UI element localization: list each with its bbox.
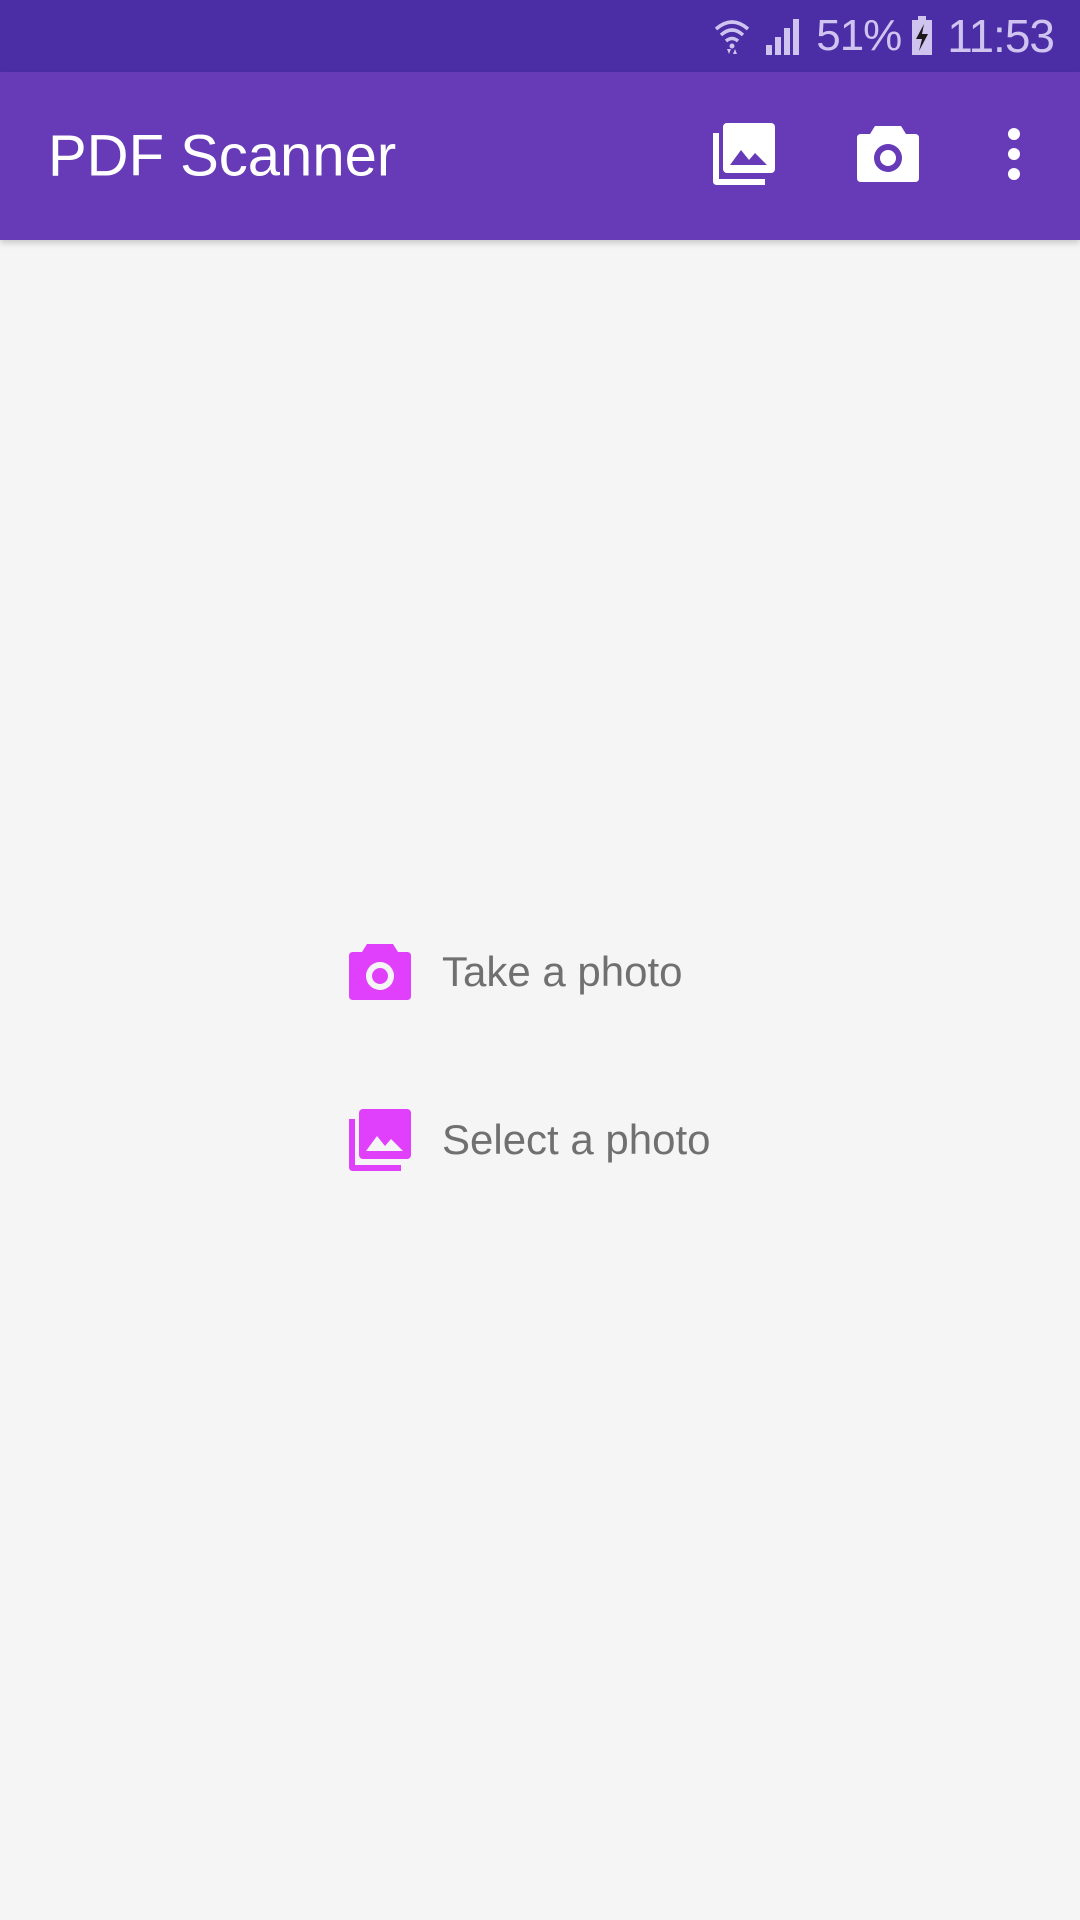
signal-icon (764, 17, 802, 55)
status-bar: 51% 11:53 (0, 0, 1080, 72)
more-vert-icon (1006, 127, 1022, 185)
app-title: PDF Scanner (48, 123, 397, 189)
select-photo-label: Select a photo (442, 1116, 711, 1163)
wifi-icon (714, 17, 750, 55)
more-options-button[interactable] (966, 108, 1062, 204)
gallery-action-button[interactable] (696, 108, 792, 204)
app-bar: PDF Scanner (0, 72, 1080, 240)
battery-charging-icon (911, 16, 933, 56)
camera-icon (857, 125, 919, 187)
select-photo-option[interactable]: Select a photo (348, 1108, 711, 1172)
camera-action-button[interactable] (840, 108, 936, 204)
camera-icon (348, 940, 412, 1004)
gallery-icon (348, 1108, 412, 1172)
take-photo-label: Take a photo (442, 948, 683, 995)
take-photo-option[interactable]: Take a photo (348, 940, 683, 1004)
gallery-icon (713, 122, 775, 190)
battery-percent: 51% (816, 11, 902, 60)
clock: 11:53 (947, 10, 1055, 62)
main-content: Take a photo Select a photo (0, 240, 1080, 1920)
